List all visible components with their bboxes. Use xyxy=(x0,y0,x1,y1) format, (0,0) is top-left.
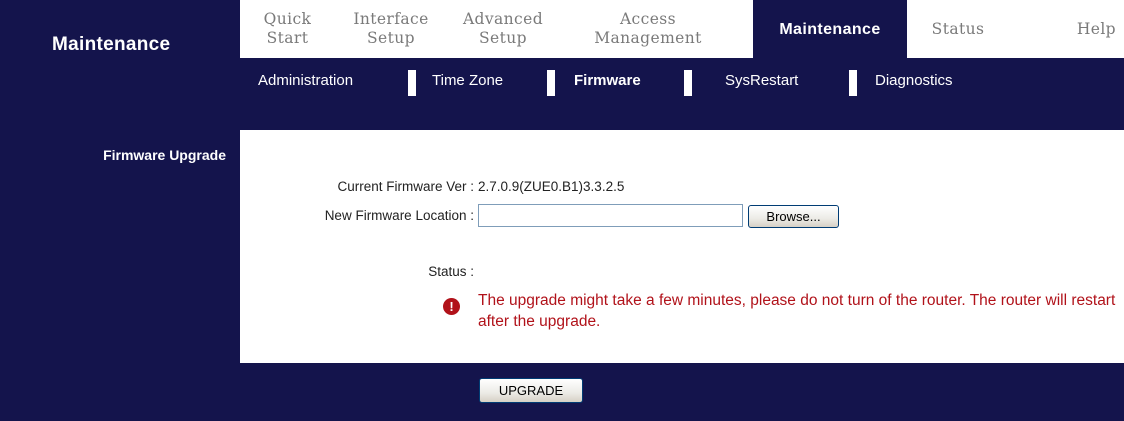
menu-interface-setup[interactable]: Interface Setup xyxy=(335,0,447,58)
submenu-time-zone[interactable]: Time Zone xyxy=(432,72,503,89)
current-firmware-label: Current Firmware Ver : xyxy=(337,179,474,194)
menu-access-management[interactable]: Access Management xyxy=(559,0,737,58)
submenu-separator xyxy=(408,70,416,96)
action-bar: UPGRADE xyxy=(0,363,1124,421)
current-firmware-value: 2.7.0.9(ZUE0.B1)3.3.2.5 xyxy=(478,179,625,194)
sub-menu: Administration Time Zone Firmware SysRes… xyxy=(240,58,1124,100)
top-menu: Quick Start Interface Setup Advanced Set… xyxy=(240,0,1124,58)
firmware-form: Current Firmware Ver : 2.7.0.9(ZUE0.B1)3… xyxy=(240,130,1124,363)
submenu-separator xyxy=(849,70,857,96)
page-title: Maintenance xyxy=(52,34,171,55)
submenu-separator xyxy=(547,70,555,96)
menu-maintenance[interactable]: Maintenance xyxy=(753,0,907,58)
submenu-sysrestart[interactable]: SysRestart xyxy=(725,72,798,89)
submenu-firmware[interactable]: Firmware xyxy=(574,72,641,89)
status-message: The upgrade might take a few minutes, pl… xyxy=(478,292,1116,330)
submenu-separator xyxy=(684,70,692,96)
exclamation-icon: ! xyxy=(443,298,460,315)
header-panel: Maintenance xyxy=(0,0,240,130)
menu-advanced-setup[interactable]: Advanced Setup xyxy=(447,0,559,58)
section-sidebar: Firmware Upgrade xyxy=(0,130,240,363)
browse-button[interactable]: Browse... xyxy=(748,205,839,228)
menu-quick-start[interactable]: Quick Start xyxy=(240,0,335,58)
section-title: Firmware Upgrade xyxy=(103,147,226,163)
menu-help[interactable]: Help xyxy=(1009,0,1124,58)
new-firmware-location-label: New Firmware Location : xyxy=(324,208,474,223)
status-label: Status : xyxy=(428,264,474,279)
upgrade-button[interactable]: UPGRADE xyxy=(479,378,583,403)
submenu-administration[interactable]: Administration xyxy=(258,72,353,89)
menu-status[interactable]: Status xyxy=(907,0,1009,58)
submenu-diagnostics[interactable]: Diagnostics xyxy=(875,72,953,89)
firmware-file-input[interactable] xyxy=(478,204,743,227)
content-header-band xyxy=(240,100,1124,130)
